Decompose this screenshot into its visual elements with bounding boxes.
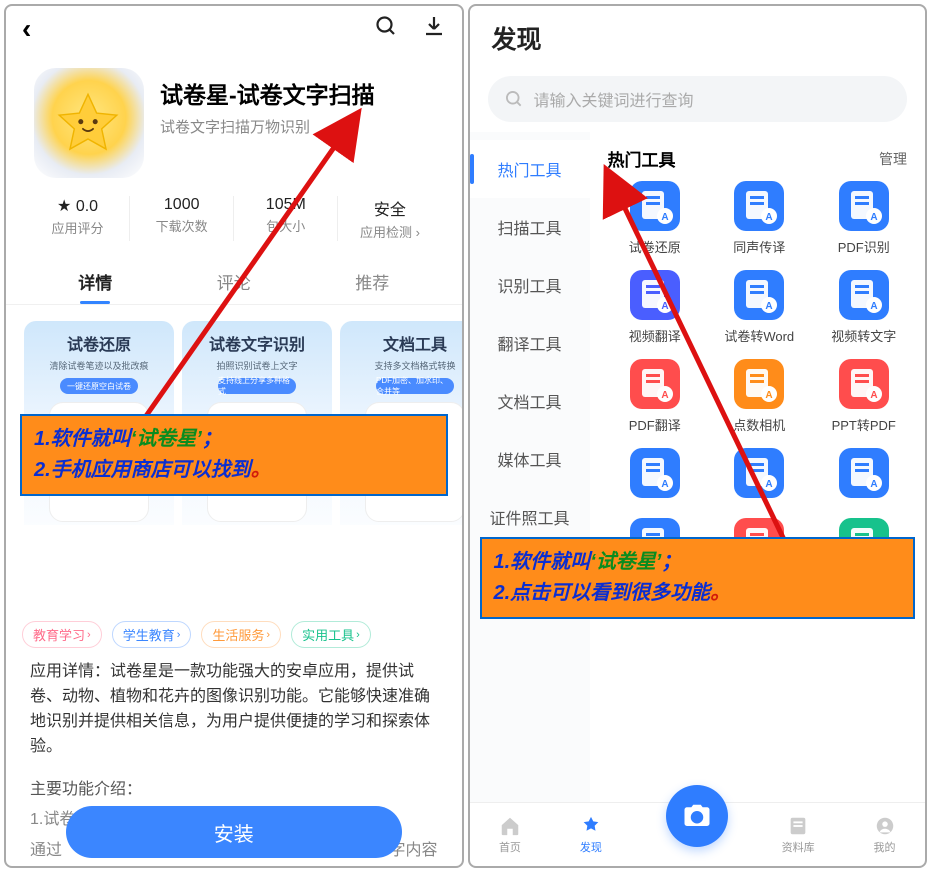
nav-item[interactable]: 发现 bbox=[580, 815, 602, 855]
tool-item[interactable]: A点数相机 bbox=[710, 359, 809, 434]
category-tags: 教育学习› 学生教育› 生活服务› 实用工具› bbox=[6, 617, 462, 658]
svg-text:A: A bbox=[870, 212, 877, 223]
stat-item[interactable]: 105M包大小 bbox=[234, 196, 338, 241]
tool-item[interactable]: A试卷还原 bbox=[606, 181, 705, 256]
category-sidebar: 热门工具扫描工具识别工具翻译工具文档工具媒体工具证件照工具图片工具 bbox=[470, 132, 590, 802]
tool-item[interactable]: A bbox=[606, 448, 705, 504]
sidebar-item[interactable]: 识别工具 bbox=[470, 256, 590, 314]
tool-item[interactable]: APPT转PDF bbox=[815, 359, 914, 434]
tool-item[interactable]: A试卷转Word bbox=[710, 270, 809, 345]
nav-item[interactable]: 首页 bbox=[499, 815, 521, 855]
tab-评论[interactable]: 评论 bbox=[165, 259, 304, 304]
app-subtitle: 试卷文字扫描万物识别 bbox=[160, 116, 375, 137]
tool-item[interactable]: APDF翻译 bbox=[606, 359, 705, 434]
page-title: 发现 bbox=[470, 6, 926, 62]
svg-text:A: A bbox=[766, 301, 773, 312]
section-title: 热门工具 bbox=[608, 146, 676, 171]
sidebar-item[interactable]: 媒体工具 bbox=[470, 430, 590, 488]
svg-text:A: A bbox=[661, 479, 668, 490]
svg-text:A: A bbox=[766, 479, 773, 490]
sidebar-item[interactable]: 文档工具 bbox=[470, 372, 590, 430]
svg-text:A: A bbox=[870, 301, 877, 312]
manage-button[interactable]: 管理 bbox=[879, 149, 907, 169]
topbar: ‹ bbox=[6, 6, 462, 52]
tool-item[interactable]: A bbox=[815, 448, 914, 504]
tool-item[interactable]: A视频翻译 bbox=[606, 270, 705, 345]
search-icon[interactable] bbox=[374, 14, 398, 44]
svg-text:A: A bbox=[661, 212, 668, 223]
sidebar-item[interactable]: 翻译工具 bbox=[470, 314, 590, 372]
app-info: 试卷星-试卷文字扫描 试卷文字扫描万物识别 bbox=[6, 52, 462, 186]
features-heading: 主要功能介绍： bbox=[6, 776, 462, 805]
svg-text:A: A bbox=[870, 479, 877, 490]
nav-item[interactable]: 我的 bbox=[874, 815, 896, 855]
tool-grid: A试卷还原A同声传译APDF识别 A视频翻译A试卷转WordA视频转文字 APDF翻… bbox=[606, 181, 914, 593]
annotation-overlay: 1.软件就叫‘试卷星’； 2.点击可以看到很多功能。 bbox=[480, 537, 916, 619]
svg-text:A: A bbox=[661, 301, 668, 312]
svg-text:A: A bbox=[766, 390, 773, 401]
back-icon[interactable]: ‹ bbox=[22, 13, 31, 45]
install-button[interactable]: 安装 bbox=[66, 806, 402, 858]
sidebar-item[interactable]: 扫描工具 bbox=[470, 198, 590, 256]
camera-button[interactable] bbox=[666, 785, 728, 847]
tool-item[interactable]: A同声传译 bbox=[710, 181, 809, 256]
app-icon bbox=[34, 68, 144, 178]
tool-item[interactable]: APDF识别 bbox=[815, 181, 914, 256]
app-description: 应用详情：试卷星是一款功能强大的安卓应用，提供试卷、动物、植物和花卉的图像识别功… bbox=[6, 658, 462, 761]
download-icon[interactable] bbox=[422, 14, 446, 44]
search-icon bbox=[504, 89, 524, 109]
nav-item[interactable]: 资料库 bbox=[782, 815, 815, 855]
tab-详情[interactable]: 详情 bbox=[26, 259, 165, 304]
category-tag[interactable]: 生活服务› bbox=[201, 621, 281, 648]
tab-推荐[interactable]: 推荐 bbox=[303, 259, 442, 304]
app-name: 试卷星-试卷文字扫描 bbox=[160, 68, 375, 110]
stat-item[interactable]: 1000下载次数 bbox=[130, 196, 234, 241]
svg-text:A: A bbox=[766, 212, 773, 223]
stat-item[interactable]: ★ 0.0应用评分 bbox=[26, 196, 130, 241]
tool-item[interactable]: A视频转文字 bbox=[815, 270, 914, 345]
category-tag[interactable]: 实用工具› bbox=[291, 621, 371, 648]
detail-tabs: 详情评论推荐 bbox=[6, 259, 462, 305]
stats-row: ★ 0.0应用评分1000下载次数105M包大小安全应用检测 › bbox=[6, 186, 462, 241]
search-input[interactable]: 请输入关键词进行查询 bbox=[488, 76, 908, 122]
svg-text:A: A bbox=[661, 390, 668, 401]
category-tag[interactable]: 教育学习› bbox=[22, 621, 102, 648]
tool-item[interactable]: A bbox=[710, 448, 809, 504]
category-tag[interactable]: 学生教育› bbox=[112, 621, 192, 648]
svg-text:A: A bbox=[870, 390, 877, 401]
stat-item[interactable]: 安全应用检测 › bbox=[338, 196, 441, 241]
sidebar-item[interactable]: 热门工具 bbox=[470, 140, 590, 198]
annotation-overlay: 1.软件就叫‘试卷星’； 2.手机应用商店可以找到。 bbox=[20, 414, 448, 496]
left-phone: ‹ 试卷星-试卷文字扫描 试卷文字扫描万物识别 ★ 0.0应用评分1000下载次… bbox=[4, 4, 464, 868]
right-phone: 发现 请输入关键词进行查询 热门工具扫描工具识别工具翻译工具文档工具媒体工具证件… bbox=[468, 4, 928, 868]
bottom-nav: 首页 发现 资料库 我的 bbox=[470, 802, 926, 866]
